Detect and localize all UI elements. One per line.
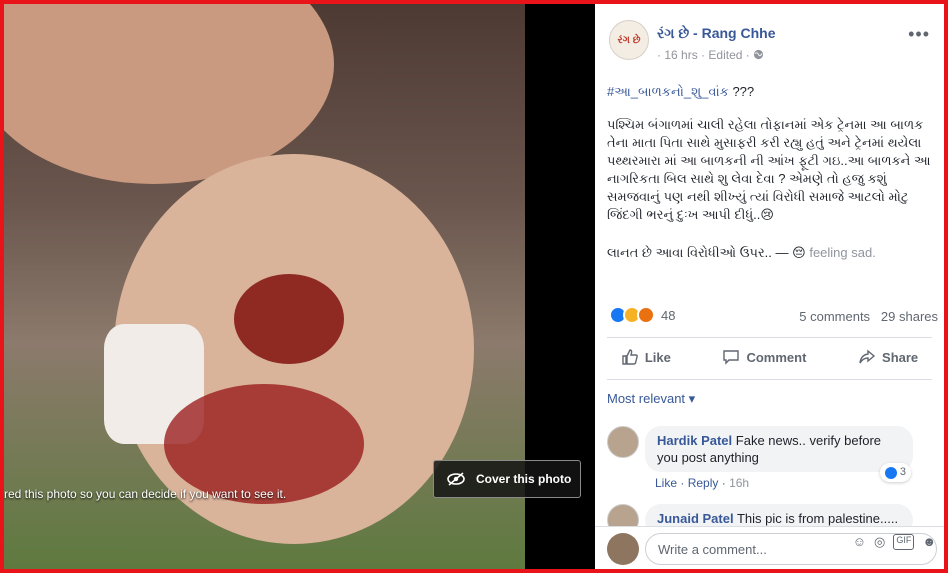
post-hashtag[interactable]: #આ_બાળકનો_શુ_વાંક bbox=[607, 84, 729, 99]
share-button-label: Share bbox=[882, 349, 919, 365]
comment-author[interactable]: Hardik Patel bbox=[657, 433, 732, 448]
comment-reaction-badge[interactable]: 3 bbox=[879, 463, 911, 482]
reactions-summary[interactable]: 48 bbox=[609, 306, 675, 324]
post-sidebar: રંગ છે રંગ છે - Rang Chhe · 16 hrs · Edi… bbox=[595, 4, 944, 569]
divider bbox=[607, 337, 932, 338]
shares-count[interactable]: 29 shares bbox=[881, 309, 938, 324]
like-button[interactable]: Like bbox=[611, 344, 681, 370]
feeling-label: feeling sad. bbox=[809, 245, 876, 260]
comment-like-link[interactable]: Like bbox=[655, 476, 677, 490]
gif-icon[interactable]: GIF bbox=[893, 534, 915, 550]
comment-time[interactable]: 16h bbox=[729, 476, 749, 490]
post-stats: 5 comments 29 shares bbox=[799, 309, 938, 324]
comment-item: Hardik Patel Fake news.. verify before y… bbox=[607, 426, 913, 482]
comments-count[interactable]: 5 comments bbox=[799, 309, 870, 324]
comment-meta-separator: · bbox=[721, 476, 726, 490]
post-meta-separator: · bbox=[701, 48, 706, 62]
thumbs-up-icon bbox=[622, 349, 638, 365]
post-closing-text: લાનત છે આવા વિરોધીઓ ઉપર.. — bbox=[607, 245, 793, 260]
post-actions: Like Comment Share bbox=[595, 344, 944, 370]
comment-author[interactable]: Junaid Patel bbox=[657, 511, 734, 526]
reaction-count[interactable]: 48 bbox=[661, 308, 675, 323]
comment-reply-link[interactable]: Reply bbox=[688, 476, 719, 490]
current-user-avatar bbox=[607, 533, 639, 565]
post-time[interactable]: 16 hrs bbox=[664, 48, 697, 62]
angry-reaction-icon bbox=[637, 306, 655, 324]
caret-down-icon: ▾ bbox=[688, 391, 696, 406]
post-meta-separator: · bbox=[657, 48, 661, 62]
globe-icon bbox=[754, 49, 764, 60]
comment-text: This pic is from palestine..... bbox=[736, 511, 899, 526]
speech-bubble-icon bbox=[723, 350, 740, 365]
cover-photo-button[interactable]: Cover this photo bbox=[433, 460, 581, 498]
comment-bubble: Hardik Patel Fake news.. verify before y… bbox=[645, 426, 913, 482]
divider bbox=[607, 379, 932, 380]
post-closing-line: લાનત છે આવા વિરોધીઓ ઉપર.. — 😔 feeling sa… bbox=[607, 245, 876, 261]
page-avatar-logo-text: રંગ છે bbox=[617, 34, 641, 46]
comment-button-label: Comment bbox=[746, 349, 807, 365]
share-arrow-icon bbox=[859, 349, 876, 364]
comment-composer: Write a comment... ☺ ◎ GIF ☻ bbox=[595, 526, 944, 569]
sad-face-icon: 😔 bbox=[792, 245, 806, 260]
photo-injury bbox=[234, 274, 344, 364]
page-avatar[interactable]: રંગ છે bbox=[609, 20, 649, 60]
like-reaction-icon bbox=[884, 466, 897, 479]
post-body: પશ્ચિમ બંગાળમાં ચાલી રહેલા તોફાનમાં એક ટ… bbox=[607, 117, 931, 222]
comment-sort-label: Most relevant bbox=[607, 391, 686, 406]
post-hashtag-suffix: ??? bbox=[728, 84, 755, 99]
cover-photo-label: Cover this photo bbox=[476, 472, 572, 486]
sticker-icon[interactable]: ☻ bbox=[922, 534, 936, 550]
share-button[interactable]: Share bbox=[848, 344, 928, 370]
post-meta: · 16 hrs · Edited · bbox=[657, 48, 776, 62]
post-hashtag-line: #આ_બાળકનો_શુ_વાંક ??? bbox=[607, 84, 754, 100]
post-meta-separator: · bbox=[745, 48, 750, 62]
comment-input-placeholder: Write a comment... bbox=[658, 541, 767, 557]
comment-button[interactable]: Comment bbox=[712, 344, 816, 370]
commenter-avatar[interactable] bbox=[607, 426, 639, 458]
comment-like-count: 3 bbox=[899, 466, 906, 478]
post-header: રંગ છે રંગ છે - Rang Chhe · 16 hrs · Edi… bbox=[609, 20, 776, 62]
comment-meta: Like · Reply · 16h bbox=[655, 476, 749, 490]
eye-slash-icon bbox=[447, 472, 465, 486]
comment-meta-separator: · bbox=[680, 476, 685, 490]
sensitive-content-notice: red this photo so you can decide if you … bbox=[4, 487, 287, 501]
camera-icon[interactable]: ◎ bbox=[874, 534, 885, 550]
more-options-icon[interactable]: ••• bbox=[908, 24, 930, 45]
composer-icons: ☺ ◎ GIF ☻ bbox=[853, 534, 936, 550]
like-button-label: Like bbox=[644, 349, 671, 365]
emoji-icon[interactable]: ☺ bbox=[853, 534, 866, 550]
post-edited[interactable]: Edited bbox=[708, 48, 742, 62]
comment-sort-dropdown[interactable]: Most relevant ▾ bbox=[607, 391, 695, 407]
page-name-link[interactable]: રંગ છે - Rang Chhe bbox=[657, 25, 776, 42]
photo-blood bbox=[164, 384, 364, 504]
